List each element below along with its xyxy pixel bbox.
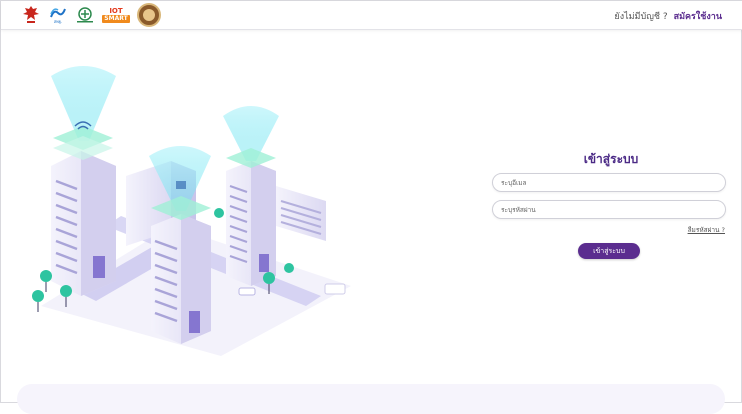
smart-city-illustration: [21, 56, 371, 356]
page-frame: สพฐ. IOT SMART ยังไม่มีบัญชี ? สมัครใช้ง…: [0, 0, 742, 414]
login-title: เข้าสู่ระบบ: [583, 152, 639, 166]
password-field[interactable]: [492, 200, 726, 219]
forgot-password-link[interactable]: ลืมรหัสผ่าน ?: [688, 225, 725, 235]
iot-logo-icon: IOT SMART: [102, 5, 130, 25]
ministry-logo-caption: สพฐ.: [53, 18, 63, 24]
iot-logo-text: IOT: [109, 7, 123, 15]
health-logo-icon: [75, 5, 95, 25]
login-panel: เข้าสู่ระบบ ลืมรหัสผ่าน ? เข้าสู่ระบบ: [492, 151, 727, 259]
top-navbar: สพฐ. IOT SMART ยังไม่มีบัญชี ? สมัครใช้ง…: [1, 1, 742, 30]
footer-band: [17, 384, 725, 414]
register-link[interactable]: สมัครใช้งาน: [674, 9, 722, 23]
garuda-logo-icon: [21, 5, 41, 25]
no-account-text: ยังไม่มีบัญชี ?: [614, 12, 668, 22]
city-seal-logo-icon: [137, 3, 161, 27]
ministry-logo-icon: สพฐ.: [48, 5, 68, 25]
email-field[interactable]: [492, 173, 726, 192]
partner-logos: สพฐ. IOT SMART: [21, 3, 161, 27]
login-button[interactable]: เข้าสู่ระบบ: [578, 243, 640, 259]
register-prompt: ยังไม่มีบัญชี ? สมัครใช้งาน: [614, 9, 722, 23]
iot-logo-subtext: SMART: [102, 15, 130, 23]
